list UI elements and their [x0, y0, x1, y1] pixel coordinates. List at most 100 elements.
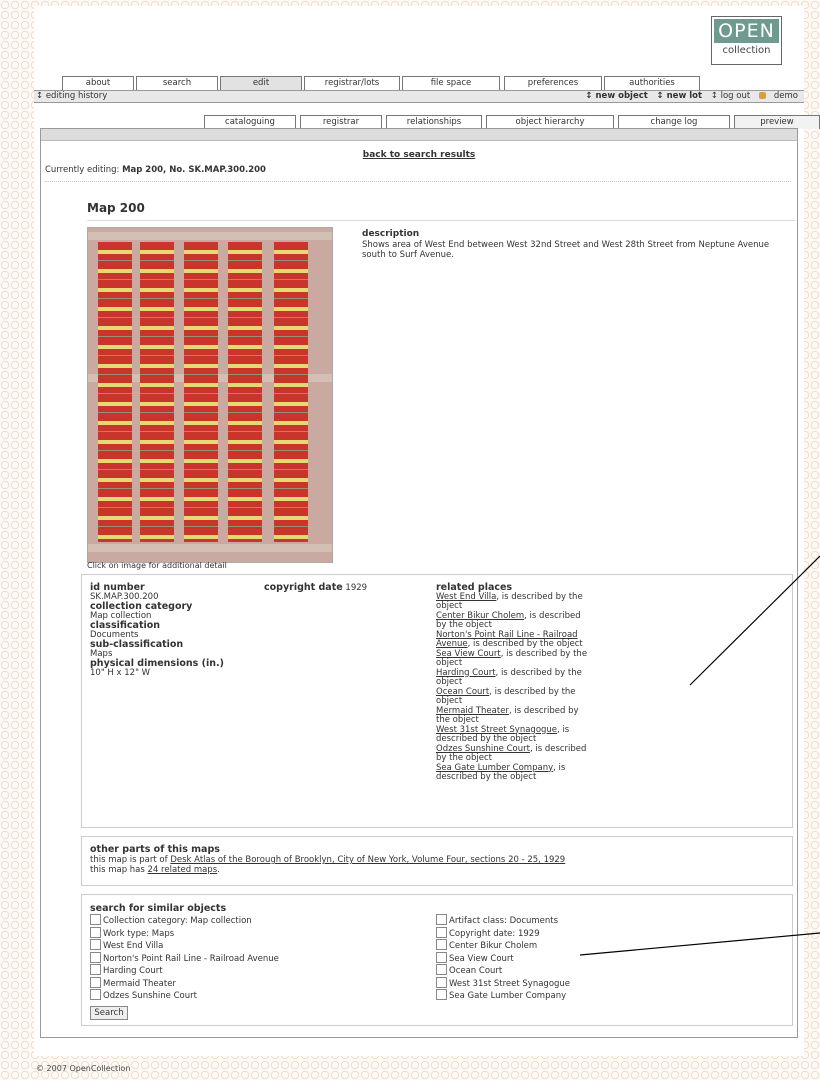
- subtab-object-hierarchy[interactable]: object hierarchy: [486, 115, 614, 129]
- new-object-link[interactable]: ↕ new object: [585, 91, 647, 101]
- criterion-checkbox[interactable]: [90, 914, 101, 925]
- related-places-list: West End Villa , is described by the obje…: [436, 592, 592, 783]
- similar-criterion-option[interactable]: Norton's Point Rail Line - Railroad Aven…: [90, 951, 279, 965]
- similar-criterion-option[interactable]: West 31st Street Synagogue: [436, 976, 570, 990]
- search-similar-title: search for similar objects: [90, 903, 227, 914]
- related-place-link[interactable]: Ocean Court: [436, 687, 489, 697]
- criterion-label: Ocean Court: [449, 966, 503, 976]
- similar-criterion-option[interactable]: Harding Court: [90, 964, 279, 977]
- similar-criterion-option[interactable]: Artifact class: Documents: [436, 914, 570, 927]
- new-lot-link[interactable]: ↕ new lot: [657, 91, 703, 101]
- related-place-item: Mermaid Theater, is described by the obj…: [436, 706, 592, 726]
- criterion-checkbox[interactable]: [90, 951, 101, 963]
- criterion-label: Harding Court: [103, 966, 163, 976]
- part-of-line: this map is part of Desk Atlas of the Bo…: [90, 855, 565, 865]
- parent-atlas-link[interactable]: Desk Atlas of the Borough of Brooklyn, C…: [170, 855, 565, 865]
- description-label: description: [362, 229, 420, 239]
- log-out-link[interactable]: ↕ log out: [711, 91, 750, 101]
- related-place-item: Ocean Court, is described by the object: [436, 687, 592, 707]
- subtab-registrar[interactable]: registrar: [300, 115, 382, 129]
- related-place-link[interactable]: Harding Court: [436, 668, 496, 678]
- similar-criterion-option[interactable]: Work type: Maps: [90, 926, 279, 940]
- related-place-link[interactable]: Mermaid Theater: [436, 706, 509, 716]
- criterion-checkbox[interactable]: [90, 939, 101, 950]
- criterion-checkbox[interactable]: [90, 964, 101, 975]
- criterion-checkbox[interactable]: [436, 989, 447, 1000]
- related-place-relation: , is described by the object: [467, 639, 583, 649]
- sub-classification-label: sub-classification: [90, 639, 184, 650]
- similar-criterion-option[interactable]: Ocean Court: [436, 964, 570, 977]
- tab-about[interactable]: about: [62, 76, 134, 90]
- similar-criterion-option[interactable]: Collection category: Map collection: [90, 914, 279, 927]
- panel-header-bar: [41, 129, 797, 141]
- back-to-search-results-link[interactable]: back to search results: [363, 150, 476, 160]
- related-place-item: Sea Gate Lumber Company, is described by…: [436, 763, 592, 783]
- similar-criterion-option[interactable]: Copyright date: 1929: [436, 926, 570, 940]
- utility-links: ↕ new object ↕ new lot ↕ log out demo: [579, 91, 798, 102]
- similar-criterion-option[interactable]: Sea Gate Lumber Company: [436, 989, 570, 1002]
- related-place-link[interactable]: Sea Gate Lumber Company: [436, 763, 553, 773]
- criterion-label: Work type: Maps: [103, 928, 175, 939]
- preview-panel: back to search results Currently editing…: [40, 128, 798, 1038]
- subtab-cataloguing[interactable]: cataloguing: [204, 115, 296, 129]
- page: OPEN collection about search edit regist…: [34, 6, 820, 1056]
- tab-registrar-lots[interactable]: registrar/lots: [304, 76, 400, 90]
- criterion-label: Sea View Court: [449, 953, 514, 964]
- user-name: demo: [773, 91, 798, 101]
- metadata-box: id number SK.MAP.300.200 collection cate…: [81, 574, 793, 828]
- editing-history-link[interactable]: ↕ editing history: [36, 91, 107, 102]
- tab-search[interactable]: search: [136, 76, 218, 90]
- subtab-relationships[interactable]: relationships: [386, 115, 482, 129]
- user-icon: [758, 92, 766, 99]
- metadata-left-column: id number SK.MAP.300.200 collection cate…: [90, 583, 250, 678]
- criterion-checkbox[interactable]: [436, 926, 447, 938]
- related-place-link[interactable]: Center Bikur Cholem: [436, 611, 524, 621]
- footer-copyright: © 2007 OpenCollection: [36, 1064, 131, 1073]
- related-place-link[interactable]: West End Villa: [436, 592, 496, 602]
- tab-file-space[interactable]: file space: [402, 76, 500, 90]
- criterion-label: Mermaid Theater: [103, 978, 176, 989]
- similar-criterion-option[interactable]: West End Villa: [90, 939, 279, 952]
- subtab-change-log[interactable]: change log: [618, 115, 730, 129]
- related-place-link[interactable]: Sea View Court: [436, 649, 501, 659]
- similar-right-column: Artifact class: Documents Copyright date:…: [436, 914, 570, 1002]
- criterion-label: Norton's Point Rail Line - Railroad Aven…: [103, 953, 279, 964]
- copyright-date-value: 1929: [345, 583, 368, 593]
- subtab-preview[interactable]: preview: [734, 115, 820, 129]
- criterion-checkbox[interactable]: [90, 976, 101, 988]
- similar-criterion-option[interactable]: Sea View Court: [436, 951, 570, 965]
- search-button[interactable]: Search: [90, 1006, 128, 1020]
- similar-criterion-option[interactable]: Mermaid Theater: [90, 976, 279, 990]
- related-maps-suffix: .: [217, 865, 220, 875]
- criterion-label: Copyright date: 1929: [449, 928, 540, 939]
- similar-criterion-option[interactable]: Center Bikur Cholem: [436, 939, 570, 952]
- criterion-label: Sea Gate Lumber Company: [449, 991, 567, 1001]
- criterion-checkbox[interactable]: [90, 989, 101, 1000]
- metadata-middle-column: copyright date 1929: [264, 583, 414, 594]
- logo-collection-text: collection: [722, 45, 771, 56]
- search-similar-box: search for similar objects Collection ca…: [81, 894, 793, 1026]
- opencollection-logo[interactable]: OPEN collection: [711, 16, 782, 65]
- criterion-checkbox[interactable]: [90, 926, 101, 938]
- similar-criterion-option[interactable]: Odzes Sunshine Court: [90, 989, 279, 1002]
- user-menu[interactable]: demo: [758, 91, 798, 101]
- object-title: Map 200: [87, 201, 145, 215]
- physical-dimensions-value: 10" H x 12" W: [90, 667, 151, 678]
- tab-preferences[interactable]: preferences: [504, 76, 602, 90]
- criterion-checkbox[interactable]: [436, 951, 447, 963]
- related-maps-link[interactable]: 24 related maps: [148, 865, 218, 875]
- map-image[interactable]: [87, 227, 333, 563]
- related-place-link[interactable]: West 31st Street Synagogue: [436, 725, 557, 735]
- criterion-checkbox[interactable]: [436, 939, 447, 950]
- related-place-link[interactable]: Odzes Sunshine Court: [436, 744, 530, 754]
- related-place-item: West 31st Street Synagogue, is described…: [436, 725, 592, 745]
- related-place-item: Harding Court, is described by the objec…: [436, 668, 592, 688]
- tab-authorities[interactable]: authorities: [604, 76, 700, 90]
- criterion-checkbox[interactable]: [436, 976, 447, 988]
- tab-edit[interactable]: edit: [220, 76, 302, 90]
- criterion-label: Center Bikur Cholem: [449, 941, 538, 951]
- criterion-checkbox[interactable]: [436, 964, 447, 975]
- criterion-checkbox[interactable]: [436, 914, 447, 925]
- copyright-date-label: copyright date: [264, 582, 343, 593]
- divider: [45, 181, 791, 182]
